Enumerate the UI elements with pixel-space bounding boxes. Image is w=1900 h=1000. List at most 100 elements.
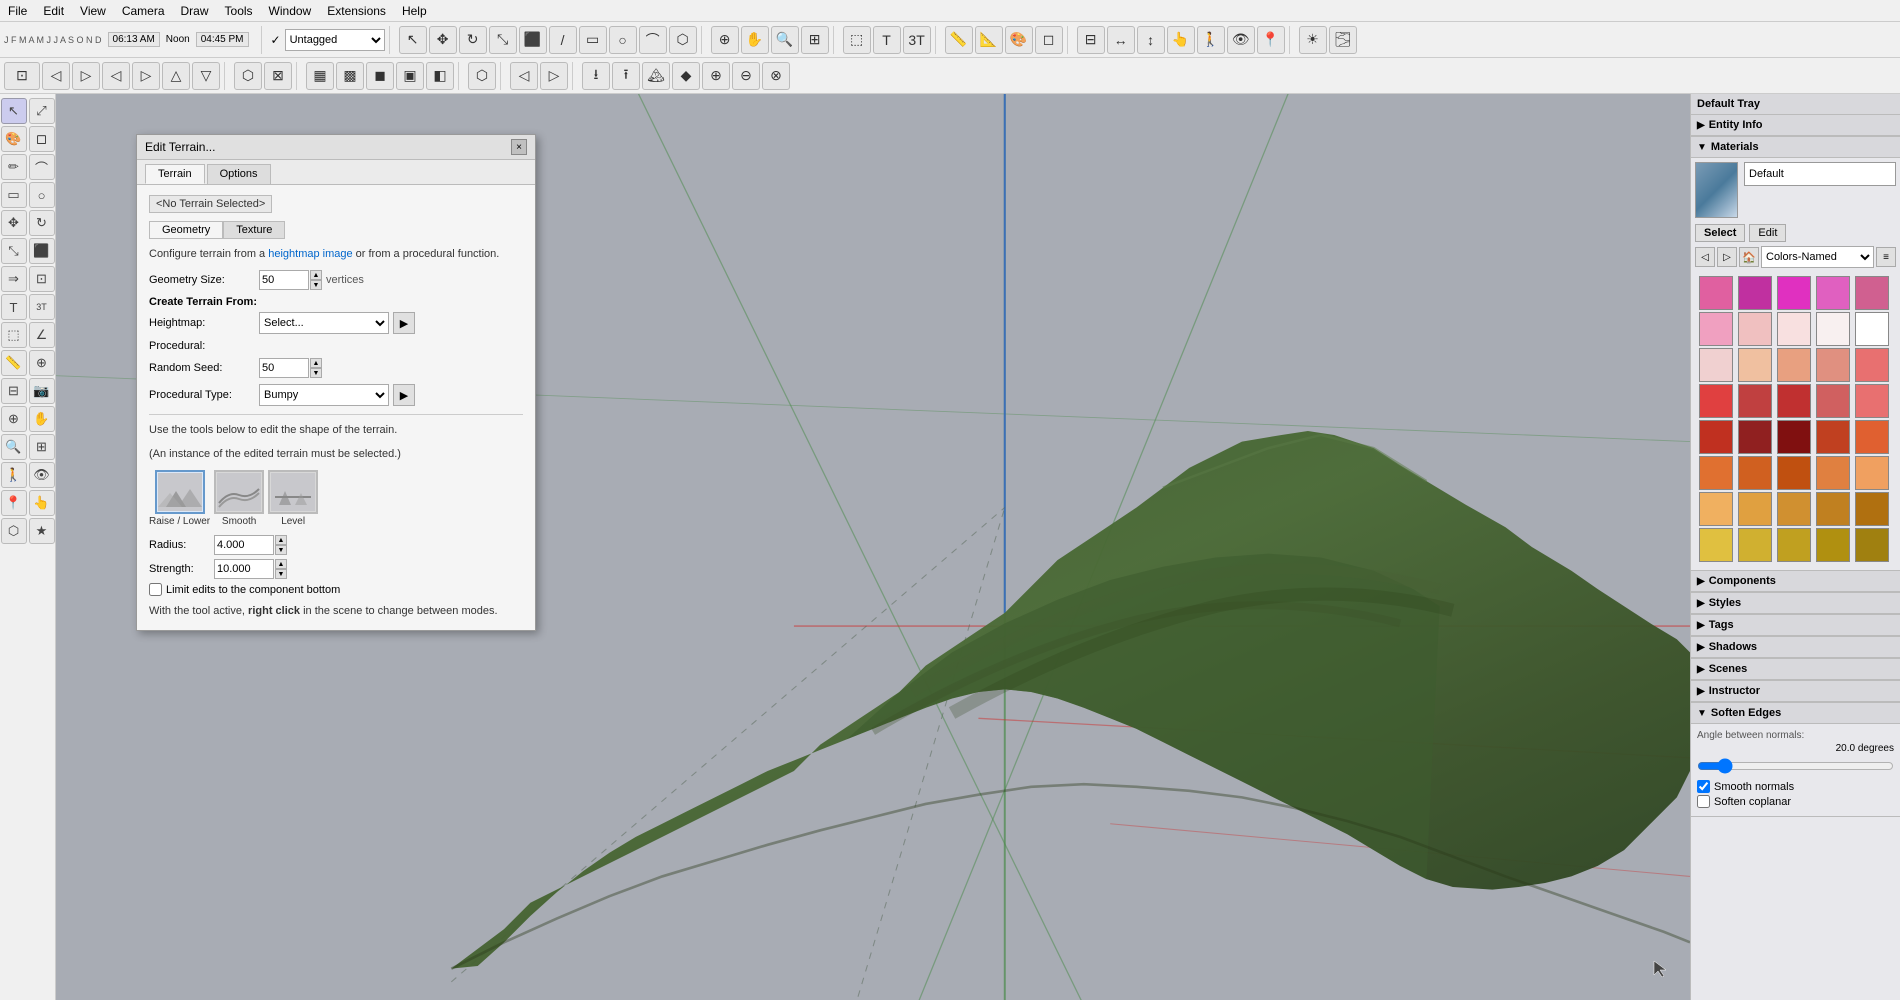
color-swatch-11[interactable] xyxy=(1738,348,1772,382)
toolbar2-add[interactable]: ⊕ xyxy=(702,62,730,90)
toolbar-measure[interactable]: 📏 xyxy=(945,26,973,54)
toolbar2-wire[interactable]: ▦ xyxy=(306,62,334,90)
left-tool-scale[interactable]: ⤡ xyxy=(1,238,27,264)
scenes-header[interactable]: ▶ Scenes xyxy=(1691,659,1900,680)
left-tool-tape[interactable]: 📏 xyxy=(1,350,27,376)
toolbar-push[interactable]: ⬛ xyxy=(519,26,547,54)
left-tool-select2[interactable]: ⤢ xyxy=(29,98,55,124)
toolbar-poly[interactable]: ⬡ xyxy=(669,26,697,54)
toolbar2-view-bottom[interactable]: ▽ xyxy=(192,62,220,90)
toolbar2-iso[interactable]: ⬡ xyxy=(234,62,262,90)
toolbar-rect[interactable]: ▭ xyxy=(579,26,607,54)
left-tool-offset[interactable]: ⊡ xyxy=(29,266,55,292)
mat-nav-back[interactable]: ◁ xyxy=(1695,247,1715,267)
mat-detail-btn[interactable]: ≡ xyxy=(1876,247,1896,267)
toolbar-move[interactable]: ✥ xyxy=(429,26,457,54)
viewport[interactable]: Edit Terrain... × Terrain Options <No Te… xyxy=(56,94,1690,1000)
radius-spinner[interactable]: ▲ ▼ xyxy=(275,535,287,555)
color-swatch-0[interactable] xyxy=(1699,276,1733,310)
procedural-type-select[interactable]: Bumpy Flat Hilly Rocky xyxy=(259,384,389,406)
toolbar2-hidden[interactable]: ▩ xyxy=(336,62,364,90)
smooth-tool[interactable]: Smooth xyxy=(214,470,264,527)
left-tool-select[interactable]: ↖ xyxy=(1,98,27,124)
color-swatch-38[interactable] xyxy=(1816,528,1850,562)
random-seed-up[interactable]: ▲ xyxy=(310,358,322,368)
left-tool-camera[interactable]: 📷 xyxy=(29,378,55,404)
toolbar-section[interactable]: ⊟ xyxy=(1077,26,1105,54)
texture-tab[interactable]: Texture xyxy=(223,221,285,239)
color-swatch-15[interactable] xyxy=(1699,384,1733,418)
toolbar-orbit[interactable]: ⊕ xyxy=(711,26,739,54)
toolbar-eraser[interactable]: ◻ xyxy=(1035,26,1063,54)
soften-edges-header[interactable]: ▼ Soften Edges xyxy=(1691,703,1900,724)
left-tool-eraser[interactable]: ◻ xyxy=(29,126,55,152)
toolbar2-persp[interactable]: ⊠ xyxy=(264,62,292,90)
heightmap-select[interactable]: Select... xyxy=(259,312,389,334)
left-tool-rotate[interactable]: ↻ xyxy=(29,210,55,236)
toolbar-zoom[interactable]: 🔍 xyxy=(771,26,799,54)
toolbar2-shaded[interactable]: ◼ xyxy=(366,62,394,90)
menu-edit[interactable]: Edit xyxy=(43,4,64,18)
radius-input[interactable] xyxy=(214,535,274,555)
color-swatch-16[interactable] xyxy=(1738,384,1772,418)
material-name-input[interactable] xyxy=(1744,162,1896,186)
left-tool-circle[interactable]: ○ xyxy=(29,182,55,208)
soften-coplanar-checkbox[interactable] xyxy=(1697,795,1710,808)
color-swatch-35[interactable] xyxy=(1699,528,1733,562)
color-swatch-26[interactable] xyxy=(1738,456,1772,490)
color-swatch-29[interactable] xyxy=(1855,456,1889,490)
left-tool-move[interactable]: ✥ xyxy=(1,210,27,236)
toolbar2-view-back[interactable]: ◁ xyxy=(42,62,70,90)
left-tool-text[interactable]: T xyxy=(1,294,27,320)
dialog-tab-terrain[interactable]: Terrain xyxy=(145,164,205,184)
menu-camera[interactable]: Camera xyxy=(122,4,165,18)
toolbar-interact[interactable]: 👆 xyxy=(1167,26,1195,54)
color-swatch-24[interactable] xyxy=(1855,420,1889,454)
components-header[interactable]: ▶ Components xyxy=(1691,571,1900,592)
menu-help[interactable]: Help xyxy=(402,4,427,18)
toolbar2-view-top[interactable]: △ xyxy=(162,62,190,90)
strength-up[interactable]: ▲ xyxy=(275,559,287,569)
color-swatch-19[interactable] xyxy=(1855,384,1889,418)
toolbar2-intersect[interactable]: ⊗ xyxy=(762,62,790,90)
material-swatch[interactable] xyxy=(1695,162,1738,218)
toolbar-flip-lr[interactable]: ↔ xyxy=(1107,26,1135,54)
toolbar-zoomext[interactable]: ⊞ xyxy=(801,26,829,54)
radius-down[interactable]: ▼ xyxy=(275,545,287,555)
color-swatch-13[interactable] xyxy=(1816,348,1850,382)
tag-selector[interactable]: Untagged xyxy=(285,29,385,51)
toolbar2-xray[interactable]: ⬡ xyxy=(468,62,496,90)
angle-slider[interactable] xyxy=(1697,758,1894,774)
color-swatch-8[interactable] xyxy=(1816,312,1850,346)
color-swatch-36[interactable] xyxy=(1738,528,1772,562)
left-tool-angle[interactable]: ∠ xyxy=(29,322,55,348)
procedural-go-button[interactable]: ▶ xyxy=(393,384,415,406)
toolbar-arc[interactable]: ⌒ xyxy=(639,26,667,54)
left-tool-3dtext[interactable]: 3T xyxy=(29,294,55,320)
toolbar-flip-ud[interactable]: ↕ xyxy=(1137,26,1165,54)
toolbar2-scene-prev[interactable]: ◁ xyxy=(510,62,538,90)
color-swatch-3[interactable] xyxy=(1816,276,1850,310)
left-tool-paint[interactable]: 🎨 xyxy=(1,126,27,152)
left-tool-hand[interactable]: ✋ xyxy=(29,406,55,432)
toolbar2-textured[interactable]: ▣ xyxy=(396,62,424,90)
smooth-normals-checkbox[interactable] xyxy=(1697,780,1710,793)
entity-info-header[interactable]: ▶ Entity Info xyxy=(1691,115,1900,136)
dialog-tab-options[interactable]: Options xyxy=(207,164,271,184)
toolbar2-sandbox[interactable]: 🏔 xyxy=(642,62,670,90)
color-swatch-4[interactable] xyxy=(1855,276,1889,310)
color-swatch-6[interactable] xyxy=(1738,312,1772,346)
default-tray-header[interactable]: Default Tray xyxy=(1691,94,1900,115)
toolbar-pan[interactable]: ✋ xyxy=(741,26,769,54)
geometry-tab[interactable]: Geometry xyxy=(149,221,223,239)
color-swatch-22[interactable] xyxy=(1777,420,1811,454)
menu-window[interactable]: Window xyxy=(269,4,312,18)
left-tool-rect[interactable]: ▭ xyxy=(1,182,27,208)
toolbar2-scene-next[interactable]: ▷ xyxy=(540,62,568,90)
toolbar-dimensions[interactable]: ⬚ xyxy=(843,26,871,54)
menu-extensions[interactable]: Extensions xyxy=(327,4,386,18)
color-swatch-7[interactable] xyxy=(1777,312,1811,346)
instructor-header[interactable]: ▶ Instructor xyxy=(1691,681,1900,702)
left-tool-extra1[interactable]: ⬡ xyxy=(1,518,27,544)
radius-up[interactable]: ▲ xyxy=(275,535,287,545)
